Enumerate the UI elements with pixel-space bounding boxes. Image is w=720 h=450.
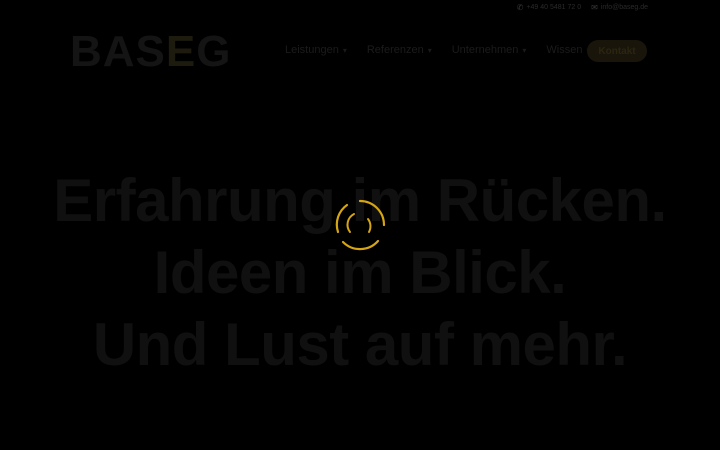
spinner-arc-inner-1 [346,213,355,233]
nav-item-wissen[interactable]: Wissen ▾ [546,44,590,56]
chevron-down-icon: ▾ [522,45,527,55]
nav-label: Wissen [546,44,583,56]
mail-icon: ✉ [591,3,598,12]
email-address: info@baseg.de [600,4,648,11]
loading-spinner [335,199,386,251]
spinner-arc-outer-1 [358,199,386,227]
spinner-arc-outer-3 [335,203,349,234]
nav-label: Leistungen [285,44,339,56]
nav-item-referenzen[interactable]: Referenzen ▾ [367,44,432,56]
phone-link[interactable]: ✆ +49 40 5481 72 0 [517,3,581,12]
chevron-down-icon: ▾ [427,45,432,55]
logo-text-left: BAS [70,27,166,76]
contact-button[interactable]: Kontakt [587,40,647,62]
phone-icon: ✆ [516,3,524,12]
site-logo[interactable]: BASEG [70,28,232,76]
nav-label: Referenzen [366,44,424,56]
hero-line-3: Und Lust auf mehr. [92,311,628,378]
chevron-down-icon: ▾ [342,45,347,55]
nav-label: Unternehmen [451,44,519,56]
logo-text-right: G [196,27,232,76]
spinner-arc-outer-2 [341,239,380,251]
nav-item-leistungen[interactable]: Leistungen ▾ [285,44,347,56]
logo-mark: E [165,27,197,76]
contact-bar: ✆ +49 40 5481 72 0 ✉ info@baseg.de [517,3,648,12]
email-link[interactable]: ✉ info@baseg.de [591,3,648,12]
spinner-arc-inner-2 [367,218,372,233]
phone-number: +49 40 5481 72 0 [526,4,582,11]
main-nav: Leistungen ▾ Referenzen ▾ Unternehmen ▾ … [285,44,590,56]
nav-item-unternehmen[interactable]: Unternehmen ▾ [452,44,527,56]
loading-overlay: ✆ +49 40 5481 72 0 ✉ info@baseg.de BASEG… [0,0,720,450]
